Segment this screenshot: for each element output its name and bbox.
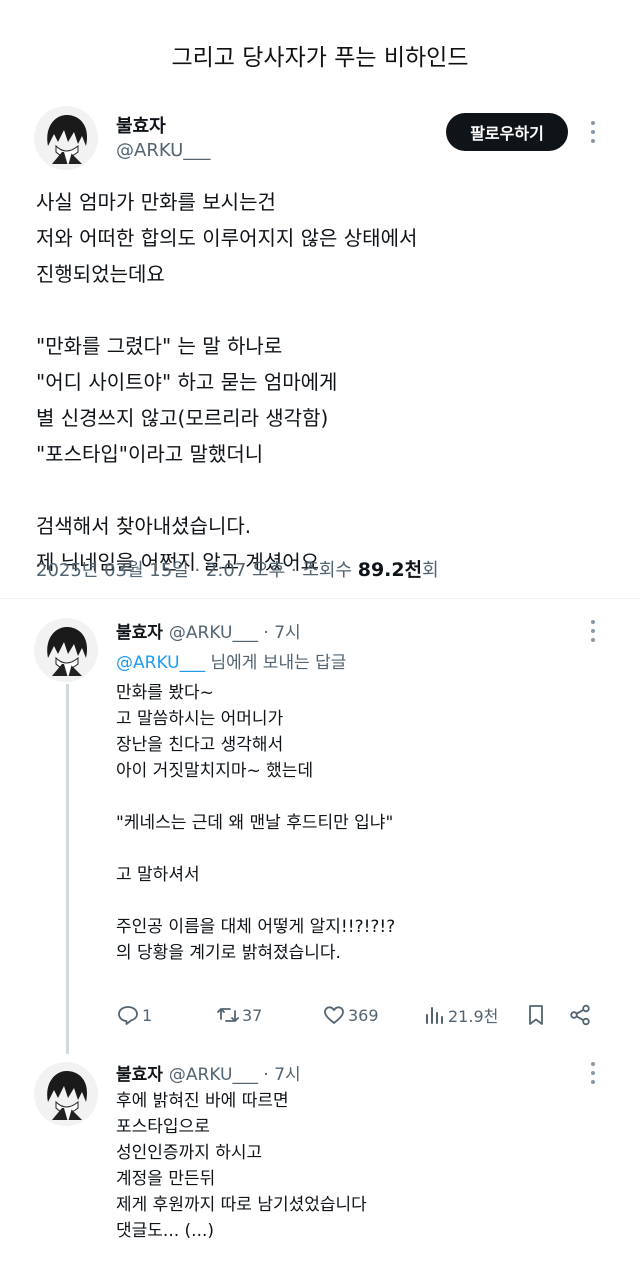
tweet-line: 별 신경쓰지 않고(모르리라 생각함) [36, 406, 329, 430]
reply-line: 주인공 이름을 대체 어떻게 알지!!?!?!? [116, 917, 396, 937]
divider [0, 598, 640, 599]
more-options-icon[interactable] [585, 1062, 601, 1084]
more-options-icon[interactable] [585, 620, 601, 642]
tweet-line: 저와 어떠한 합의도 이루어지지 않은 상태에서 [36, 226, 418, 250]
reply-count: 1 [142, 1005, 153, 1025]
share-button[interactable] [568, 1000, 594, 1030]
author-handle[interactable]: @ARKU___ [169, 1065, 258, 1085]
tweet-actions: 1 37 369 21.9천 [116, 1000, 600, 1030]
tweet-line [36, 292, 417, 328]
avatar[interactable] [34, 618, 98, 682]
reply-line: 후에 밝혀진 바에 따르면 [116, 1091, 289, 1111]
author-name[interactable]: 불효자 [116, 112, 166, 138]
view-count: 21.9천 [448, 1007, 499, 1026]
thread-line [66, 684, 69, 1054]
reply-button[interactable]: 1 [116, 1000, 152, 1030]
heart-icon [324, 1006, 344, 1024]
tweet-line [36, 472, 417, 508]
reply-body: 만화를 봤다~ 고 말씀하시는 어머니가 장난을 친다고 생각해서 아이 거짓말… [116, 680, 395, 966]
reply-line: 만화를 봤다~ [116, 683, 214, 703]
reply-line [116, 888, 395, 914]
view-count: 89.2천 [357, 559, 423, 581]
reply-line: 제게 후원까지 따로 남기셨었습니다 [116, 1195, 367, 1215]
reply-icon [118, 1006, 138, 1025]
avatar-illustration-icon [34, 618, 98, 682]
reply-header: 불효자 @ARKU___ · 7시 [116, 1060, 301, 1085]
reply-time[interactable]: · 7시 [263, 1065, 300, 1085]
reply-line: 계정을 만든뒤 [116, 1169, 216, 1189]
reply-line [116, 836, 395, 862]
reply-line: 의 당황을 계기로 밝혀졌습니다. [116, 943, 341, 963]
reply-line: 아이 거짓말치지마~ 했는데 [116, 761, 314, 781]
tweet-line: 검색해서 찾아내셨습니다. [36, 514, 252, 538]
reply-line: 장난을 친다고 생각해서 [116, 735, 284, 755]
author-name[interactable]: 불효자 [116, 623, 163, 643]
retweet-button[interactable]: 37 [216, 1000, 262, 1030]
reply-line: 고 말씀하시는 어머니가 [116, 709, 284, 729]
tweet-body: 사실 엄마가 만화를 보시는건 저와 어떠한 합의도 이루어지지 않은 상태에서… [36, 184, 417, 580]
views-button[interactable]: 21.9천 [422, 1000, 498, 1030]
reply-line: 성인인증까지 하시고 [116, 1143, 263, 1163]
bookmark-button[interactable] [524, 1000, 550, 1030]
reply-to-line: @ARKU___ 님에게 보내는 답글 [116, 648, 346, 673]
reply-line: 고 말하셔서 [116, 865, 200, 885]
page-title: 그리고 당사자가 푸는 비하인드 [171, 45, 469, 71]
mention-link[interactable]: @ARKU___ [116, 653, 205, 673]
avatar-illustration-icon [34, 106, 98, 170]
share-icon [570, 1004, 590, 1026]
tweet-line: 사실 엄마가 만화를 보시는건 [36, 190, 276, 214]
reply-line [116, 784, 395, 810]
author-handle[interactable]: @ARKU___ [169, 623, 258, 643]
follow-button[interactable]: 팔로우하기 [446, 113, 568, 151]
author-name[interactable]: 불효자 [116, 1065, 163, 1085]
reply-to-label: 님에게 보내는 답글 [205, 653, 347, 673]
timestamp-text: 2025년 03월 15일 · 2:07 오후 · 조회수 [36, 560, 358, 581]
avatar-illustration-icon [34, 1062, 98, 1126]
retweet-icon [217, 1008, 239, 1022]
analytics-icon [426, 1007, 443, 1024]
reply-line: 포스타입으로 [116, 1117, 210, 1137]
reply-time[interactable]: · 7시 [263, 623, 300, 643]
tweet-line: "만화를 그렸다" 는 말 하나로 [36, 334, 283, 358]
reply-line: 댓글도... (...) [116, 1221, 215, 1241]
more-options-icon[interactable] [585, 121, 601, 143]
retweet-count: 37 [242, 1005, 263, 1025]
like-button[interactable]: 369 [322, 1000, 379, 1030]
reply-line: "케네스는 근데 왜 맨날 후드티만 입냐" [116, 813, 394, 833]
reply-header: 불효자 @ARKU___ · 7시 [116, 618, 301, 643]
like-count: 369 [348, 1005, 379, 1025]
author-handle[interactable]: @ARKU___ [116, 140, 210, 161]
tweet-line: "포스타입"이라고 말했더니 [36, 442, 264, 466]
tweet-line: "어디 사이트야" 하고 묻는 엄마에게 [36, 370, 338, 394]
avatar[interactable] [34, 1062, 98, 1126]
reply-body: 후에 밝혀진 바에 따르면 포스타입으로 성인인증까지 하시고 계정을 만든뒤 … [116, 1088, 367, 1244]
view-unit: 회 [422, 560, 439, 581]
bookmark-icon [529, 1005, 543, 1025]
tweet-timestamp[interactable]: 2025년 03월 15일 · 2:07 오후 · 조회수 89.2천회 [36, 555, 439, 582]
avatar[interactable] [34, 106, 98, 170]
tweet-line: 진행되었는데요 [36, 262, 165, 286]
